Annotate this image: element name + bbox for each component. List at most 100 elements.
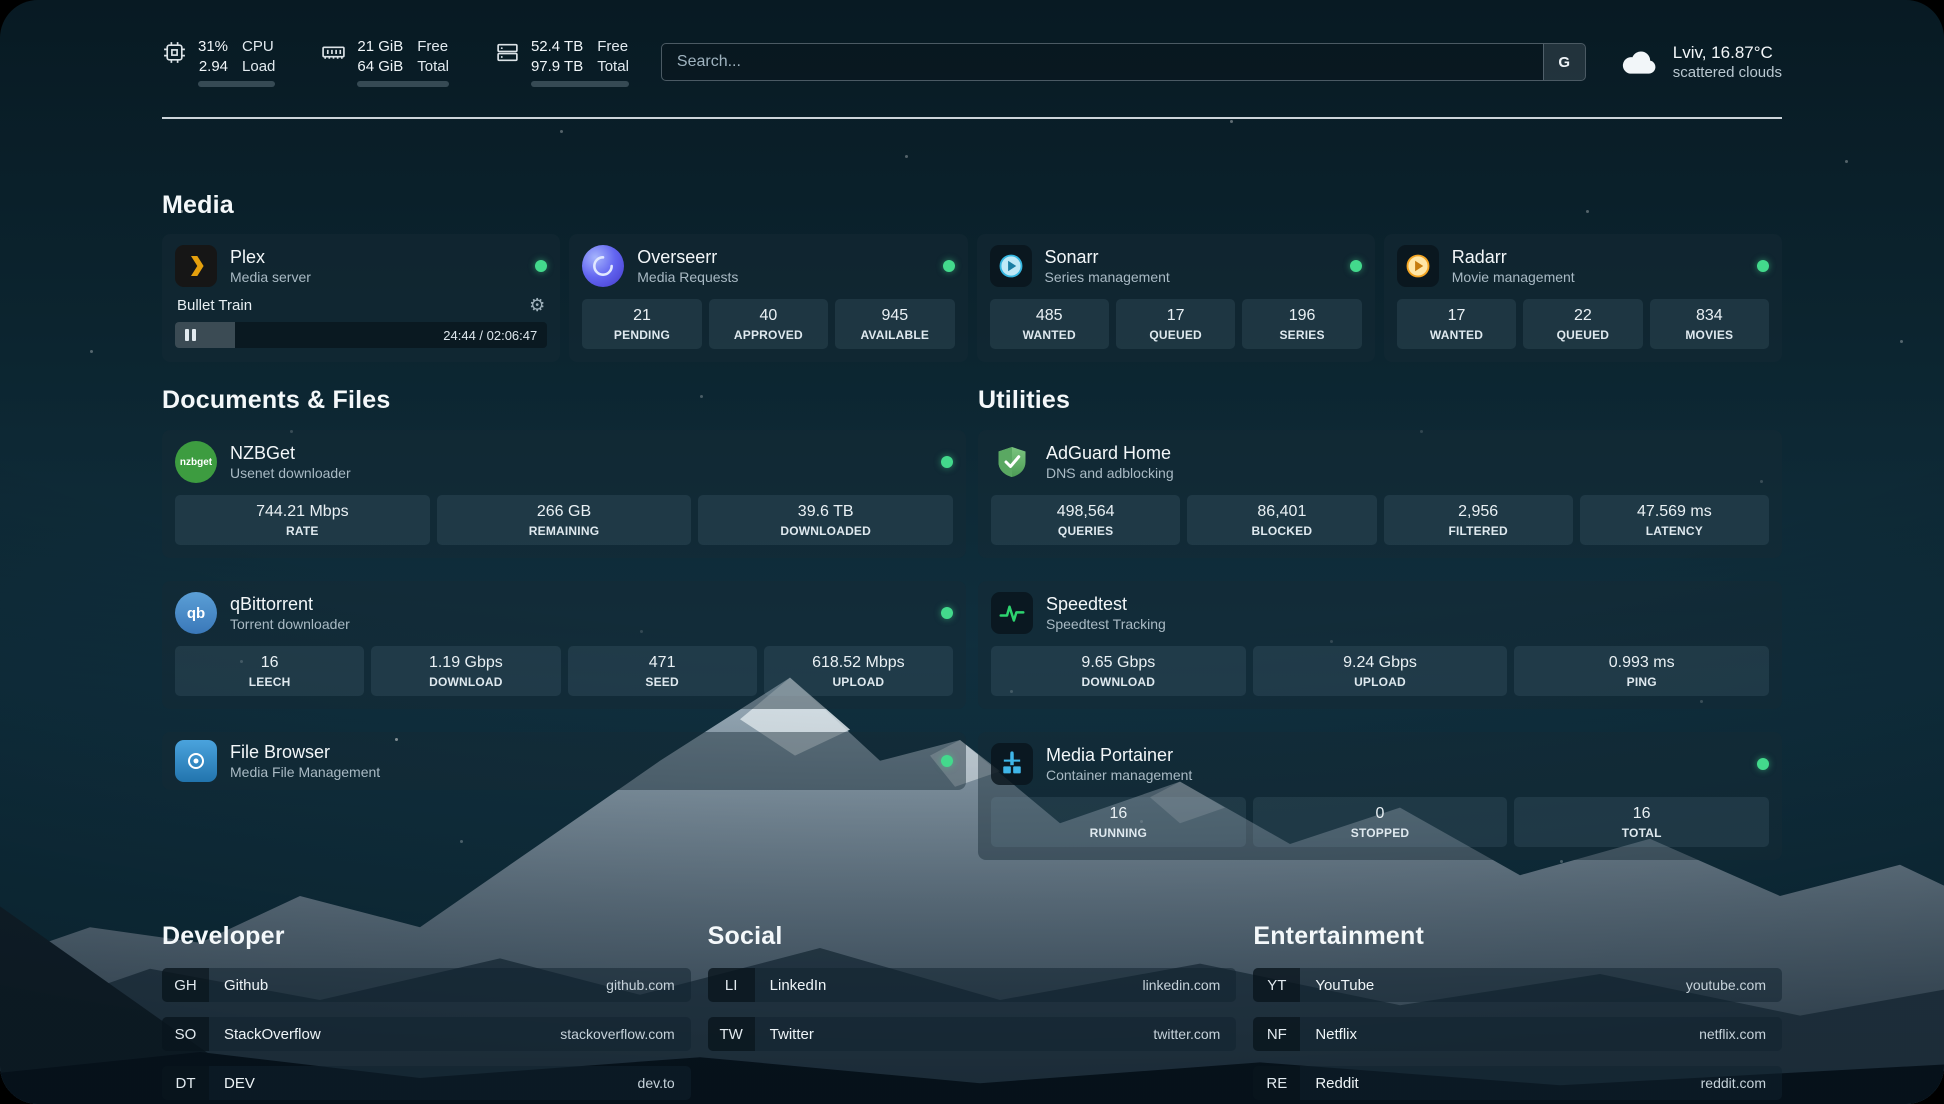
stat-label: APPROVED — [713, 328, 824, 342]
service-card-adguard[interactable]: AdGuard Home DNS and adblocking 498,564 … — [978, 430, 1782, 558]
resource-widgets: 31% CPU 2.94 Load 21 — [162, 37, 629, 87]
sonarr-icon — [990, 245, 1032, 287]
cpu-readout: 31% CPU 2.94 Load — [198, 37, 275, 87]
stat-label: LEECH — [179, 675, 360, 689]
service-subtitle: Torrent downloader — [230, 616, 350, 632]
stat-value: 16 — [995, 805, 1242, 823]
memory-free-value: 21 GiB — [357, 37, 403, 57]
weather-location: Lviv, 16.87°C — [1673, 43, 1782, 63]
service-card-overseerr[interactable]: Overseerr Media Requests 21 PENDING 40 A… — [569, 234, 967, 362]
stat-latency: 47.569 ms LATENCY — [1580, 495, 1769, 545]
speedtest-icon — [991, 592, 1033, 634]
stat-label: QUEUED — [1120, 328, 1231, 342]
service-card-qbittorrent[interactable]: qb qBittorrent Torrent downloader 16 — [162, 581, 966, 709]
cpu-load-label: Load — [242, 57, 275, 77]
service-meta: File Browser Media File Management — [230, 742, 380, 781]
disk-progress-bar — [531, 81, 629, 87]
search-input[interactable] — [662, 53, 1543, 71]
stat-label: QUEUED — [1527, 328, 1638, 342]
section-title-utilities: Utilities — [978, 386, 1782, 415]
service-subtitle: Speedtest Tracking — [1046, 616, 1166, 632]
bookmark-group-developer: Developer GH Github github.com SO StackO… — [162, 922, 691, 1100]
card-header: nzbget NZBGet Usenet downloader — [175, 441, 953, 483]
stat-label: UPLOAD — [768, 675, 949, 689]
service-name: Radarr — [1452, 247, 1575, 269]
search-bar: G — [661, 43, 1586, 81]
cloud-icon — [1618, 46, 1660, 78]
service-card-filebrowser[interactable]: File Browser Media File Management — [162, 732, 966, 790]
player-bar: 24:44 / 02:06:47 — [175, 322, 547, 348]
service-meta: Overseerr Media Requests — [637, 247, 738, 286]
card-header: File Browser Media File Management — [175, 740, 953, 782]
adguard-icon — [991, 441, 1033, 483]
stat-label: SEED — [572, 675, 753, 689]
bookmark-linkedin[interactable]: LI LinkedIn linkedin.com — [708, 968, 1237, 1002]
card-header: AdGuard Home DNS and adblocking — [991, 441, 1769, 483]
stat-ping: 0.993 ms PING — [1514, 646, 1769, 696]
stat-queued: 17 QUEUED — [1116, 299, 1235, 349]
stat-leech: 16 LEECH — [175, 646, 364, 696]
service-card-radarr[interactable]: Radarr Movie management 17 WANTED 22 QUE… — [1384, 234, 1782, 362]
service-card-plex[interactable]: Plex Media server Bullet Train ⚙ 24:44 /… — [162, 234, 560, 362]
bookmark-stackoverflow[interactable]: SO StackOverflow stackoverflow.com — [162, 1017, 691, 1051]
nzbget-icon: nzbget — [175, 441, 217, 483]
service-subtitle: Series management — [1045, 269, 1170, 285]
service-meta: Plex Media server — [230, 247, 311, 286]
stat-value: 266 GB — [441, 503, 688, 521]
stat-label: TOTAL — [1518, 826, 1765, 840]
status-dot — [1350, 260, 1362, 272]
bookmark-domain: github.com — [606, 977, 674, 993]
stat-value: 9.65 Gbps — [995, 654, 1242, 672]
stat-wanted: 17 WANTED — [1397, 299, 1516, 349]
status-dot — [941, 755, 953, 767]
service-meta: NZBGet Usenet downloader — [230, 443, 351, 482]
bookmark-youtube[interactable]: YT YouTube youtube.com — [1253, 968, 1782, 1002]
bookmark-twitter[interactable]: TW Twitter twitter.com — [708, 1017, 1237, 1051]
top-bar: 31% CPU 2.94 Load 21 — [162, 37, 1782, 87]
service-subtitle: Usenet downloader — [230, 465, 351, 481]
memory-total-value: 64 GiB — [357, 57, 403, 77]
stat-series: 196 SERIES — [1242, 299, 1361, 349]
bookmark-domain: reddit.com — [1701, 1075, 1766, 1091]
bookmark-name: DEV — [224, 1075, 255, 1092]
bookmark-netflix[interactable]: NF Netflix netflix.com — [1253, 1017, 1782, 1051]
stat-label: RUNNING — [995, 826, 1242, 840]
bookmark-list: YT YouTube youtube.com NF Netflix netfli… — [1253, 968, 1782, 1100]
service-card-speedtest[interactable]: Speedtest Speedtest Tracking 9.65 Gbps D… — [978, 581, 1782, 709]
stat-value: 21 — [586, 307, 697, 325]
stat-rate: 744.21 Mbps RATE — [175, 495, 430, 545]
stat-value: 618.52 Mbps — [768, 654, 949, 672]
bookmark-domain: netflix.com — [1699, 1026, 1766, 1042]
stat-label: LATENCY — [1584, 524, 1765, 538]
service-card-portainer[interactable]: Media Portainer Container management 16 … — [978, 732, 1782, 860]
bookmark-reddit[interactable]: RE Reddit reddit.com — [1253, 1066, 1782, 1100]
bookmark-name: YouTube — [1315, 977, 1374, 994]
bookmark-github[interactable]: GH Github github.com — [162, 968, 691, 1002]
stat-wanted: 485 WANTED — [990, 299, 1109, 349]
bookmark-name: Twitter — [770, 1026, 814, 1043]
stat-label: REMAINING — [441, 524, 688, 538]
search-provider-button[interactable]: G — [1543, 44, 1585, 80]
disk-free-value: 52.4 TB — [531, 37, 583, 57]
service-subtitle: Media server — [230, 269, 311, 285]
service-card-nzbget[interactable]: nzbget NZBGet Usenet downloader 744.21 M… — [162, 430, 966, 558]
bookmark-dev[interactable]: DT DEV dev.to — [162, 1066, 691, 1100]
stats-row: 21 PENDING 40 APPROVED 945 AVAILABLE — [582, 299, 954, 349]
gear-icon[interactable]: ⚙ — [529, 296, 545, 314]
service-subtitle: Container management — [1046, 767, 1192, 783]
service-card-sonarr[interactable]: Sonarr Series management 485 WANTED 17 Q… — [977, 234, 1375, 362]
service-subtitle: Media Requests — [637, 269, 738, 285]
stat-total: 16 TOTAL — [1514, 797, 1769, 847]
stat-value: 16 — [179, 654, 360, 672]
pause-icon[interactable] — [185, 329, 196, 341]
stat-label: BLOCKED — [1191, 524, 1372, 538]
stat-seed: 471 SEED — [568, 646, 757, 696]
stat-value: 196 — [1246, 307, 1357, 325]
service-name: Plex — [230, 247, 311, 269]
disk-free-label: Free — [597, 37, 629, 57]
stat-value: 834 — [1654, 307, 1765, 325]
disk-readout: 52.4 TB Free 97.9 TB Total — [531, 37, 629, 87]
bookmark-list: GH Github github.com SO StackOverflow st… — [162, 968, 691, 1100]
service-meta: AdGuard Home DNS and adblocking — [1046, 443, 1174, 482]
status-dot — [535, 260, 547, 272]
